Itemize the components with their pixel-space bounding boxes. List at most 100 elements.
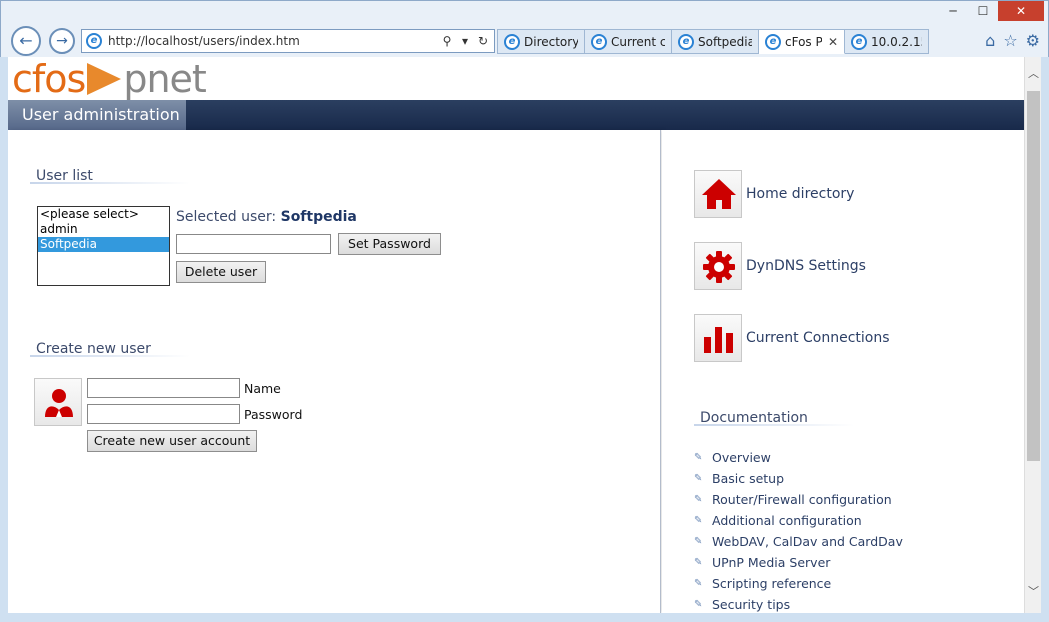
gear-icon <box>694 242 742 290</box>
tab-label: Softpedia... <box>698 34 752 49</box>
link-bullet-icon: ✎ <box>694 514 703 526</box>
cfos-pnet-logo[interactable]: cfos pnet <box>12 57 207 101</box>
ie-tab-icon: e <box>504 33 520 50</box>
tab-cfos-active[interactable]: e cFos P... ✕ <box>759 29 845 54</box>
close-window-button[interactable]: ✕ <box>998 1 1044 21</box>
link-bullet-icon: ✎ <box>694 493 703 505</box>
doc-link-label[interactable]: UPnP Media Server <box>712 555 830 570</box>
browser-chrome: ─ ☐ ✕ ← → e http://localhost/users/index… <box>0 0 1049 57</box>
minimize-button[interactable]: ─ <box>938 1 968 21</box>
new-user-name-field[interactable] <box>87 378 240 398</box>
link-bullet-icon: ✎ <box>694 556 703 568</box>
search-icon[interactable]: ⚲ <box>440 34 454 48</box>
tab-label: 10.0.2.15 <box>871 34 922 49</box>
tab-label: Directory... <box>524 34 578 49</box>
left-pane: User list <please select> admin Softpedi… <box>8 130 661 613</box>
current-connections-link[interactable]: Current Connections <box>694 314 890 362</box>
ie-tab-icon: e <box>591 33 607 50</box>
link-bullet-icon: ✎ <box>694 535 703 547</box>
doc-link-webdav[interactable]: ✎ WebDAV, CalDav and CardDav <box>694 531 903 552</box>
user-list-title: User list <box>30 168 190 186</box>
list-item[interactable]: admin <box>38 222 169 237</box>
refresh-icon[interactable]: ↻ <box>476 34 490 48</box>
documentation-list: ✎ Overview ✎ Basic setup ✎ Router/Firewall … <box>694 447 903 613</box>
selected-user-name: Softpedia <box>280 209 357 225</box>
doc-link-overview[interactable]: ✎ Overview <box>694 447 903 468</box>
password-label: Password <box>244 407 303 422</box>
page-title: User administration <box>8 100 186 130</box>
ie-tab-icon: e <box>851 33 867 50</box>
page-viewport: cfos pnet User administration User list … <box>8 57 1024 613</box>
logo-text-right: pnet <box>123 57 206 101</box>
dyndns-settings-label[interactable]: DynDNS Settings <box>746 258 866 274</box>
current-connections-label[interactable]: Current Connections <box>746 330 890 346</box>
browser-toolbar: ⌂ ☆ ⚙ <box>985 31 1040 50</box>
scroll-down-icon[interactable]: ﹀ <box>1025 583 1042 600</box>
tab-label: Current c... <box>611 34 665 49</box>
close-tab-icon[interactable]: ✕ <box>828 35 838 49</box>
link-bullet-icon: ✎ <box>694 472 703 484</box>
tab-directory[interactable]: e Directory... <box>497 29 585 54</box>
list-item-selected[interactable]: Softpedia <box>38 237 169 252</box>
scrollbar-thumb[interactable] <box>1027 91 1040 461</box>
home-directory-label[interactable]: Home directory <box>746 186 854 202</box>
tab-label: cFos P... <box>785 34 822 49</box>
link-bullet-icon: ✎ <box>694 577 703 589</box>
doc-link-label[interactable]: Overview <box>712 450 771 465</box>
window-bottom-edge <box>0 613 1049 622</box>
link-bullet-icon: ✎ <box>694 451 703 463</box>
create-user-title: Create new user <box>30 341 190 359</box>
logo-text-left: cfos <box>12 57 86 101</box>
ie-page-icon: e <box>86 33 102 49</box>
selected-user-prefix: Selected user: <box>176 209 277 225</box>
window-controls: ─ ☐ ✕ <box>938 1 1044 21</box>
doc-link-label[interactable]: Router/Firewall configuration <box>712 492 892 507</box>
doc-link-upnp[interactable]: ✎ UPnP Media Server <box>694 552 903 573</box>
home-icon[interactable]: ⌂ <box>985 31 995 50</box>
tab-strip: e Directory... e Current c... e Softpedi… <box>497 29 929 54</box>
back-button[interactable]: ← <box>11 26 41 56</box>
link-bullet-icon: ✎ <box>694 598 703 610</box>
user-listbox[interactable]: <please select> admin Softpedia <box>37 206 170 286</box>
doc-link-label[interactable]: Scripting reference <box>712 576 831 591</box>
doc-link-label[interactable]: Basic setup <box>712 471 784 486</box>
doc-link-label[interactable]: WebDAV, CalDav and CardDav <box>712 534 903 549</box>
tab-ip-address[interactable]: e 10.0.2.15 <box>845 29 929 54</box>
ie-tab-icon: e <box>765 33 781 50</box>
address-bar[interactable]: e http://localhost/users/index.htm ⚲ ▾ ↻ <box>81 29 495 53</box>
create-user-button[interactable]: Create new user account <box>87 430 257 452</box>
doc-link-label[interactable]: Additional configuration <box>712 513 862 528</box>
bar-chart-icon <box>694 314 742 362</box>
list-item[interactable]: <please select> <box>38 207 169 222</box>
address-url[interactable]: http://localhost/users/index.htm <box>108 34 440 48</box>
address-dropdown-icon[interactable]: ▾ <box>458 34 472 48</box>
vertical-scrollbar[interactable]: ︿ ﹀ <box>1024 57 1041 613</box>
delete-user-button[interactable]: Delete user <box>176 261 266 283</box>
dyndns-settings-link[interactable]: DynDNS Settings <box>694 242 866 290</box>
user-add-icon <box>34 378 82 426</box>
new-user-password-field[interactable] <box>87 404 240 424</box>
tab-softpedia[interactable]: e Softpedia... <box>672 29 759 54</box>
doc-link-security[interactable]: ✎ Security tips <box>694 594 903 613</box>
doc-link-basic-setup[interactable]: ✎ Basic setup <box>694 468 903 489</box>
forward-button[interactable]: → <box>49 28 75 54</box>
gear-icon[interactable]: ⚙ <box>1026 31 1040 50</box>
favorites-icon[interactable]: ☆ <box>1003 31 1017 50</box>
doc-link-router-firewall[interactable]: ✎ Router/Firewall configuration <box>694 489 903 510</box>
doc-link-label[interactable]: Security tips <box>712 597 790 612</box>
home-directory-link[interactable]: Home directory <box>694 170 854 218</box>
doc-link-additional-config[interactable]: ✎ Additional configuration <box>694 510 903 531</box>
logo-arrow-icon <box>87 63 122 95</box>
set-password-button[interactable]: Set Password <box>338 233 441 255</box>
ie-tab-icon: e <box>678 33 694 50</box>
tab-current-connections[interactable]: e Current c... <box>585 29 672 54</box>
doc-link-scripting[interactable]: ✎ Scripting reference <box>694 573 903 594</box>
maximize-button[interactable]: ☐ <box>968 1 998 21</box>
set-password-field[interactable] <box>176 234 331 254</box>
scroll-up-icon[interactable]: ︿ <box>1025 65 1042 82</box>
home-icon <box>694 170 742 218</box>
selected-user-label: Selected user: Softpedia <box>176 209 357 225</box>
documentation-title: Documentation <box>694 410 854 428</box>
name-label: Name <box>244 381 281 396</box>
right-pane: Home directory DynDNS Settings Current C… <box>662 130 1024 613</box>
